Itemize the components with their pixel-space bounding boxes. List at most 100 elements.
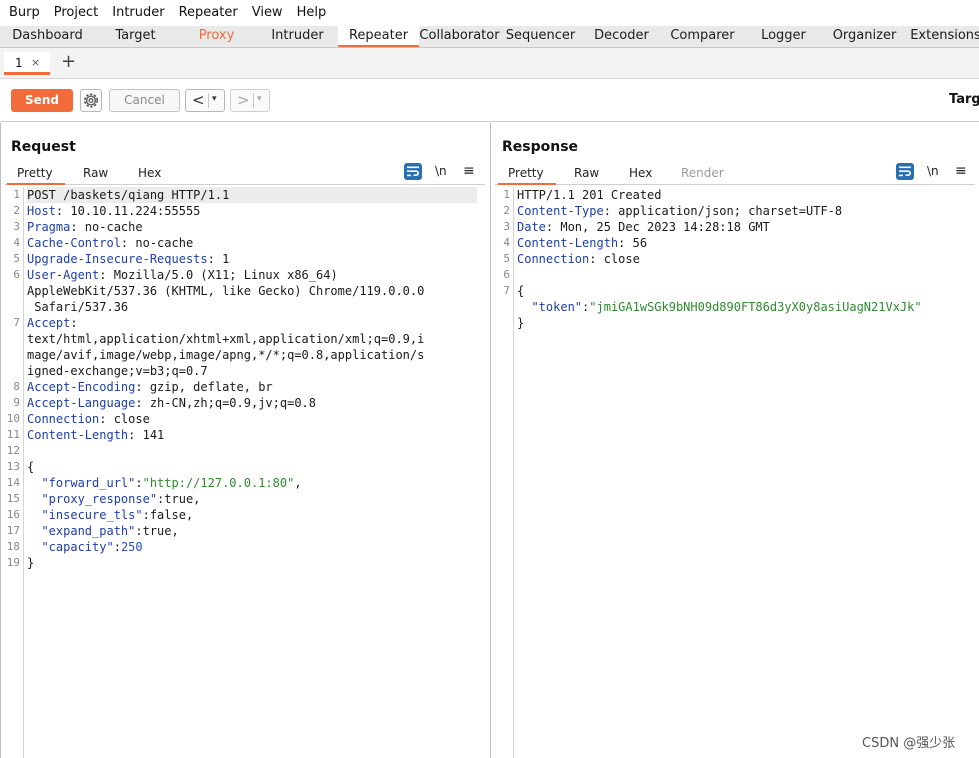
line-text: } <box>517 315 524 331</box>
code-token: : 141 <box>128 428 165 442</box>
menu-intruder[interactable]: Intruder <box>105 0 171 26</box>
code-line: 15 "proxy_response":true, <box>1 491 489 507</box>
send-button[interactable]: Send <box>11 89 73 112</box>
code-line: mage/avif,image/webp,image/apng,*/*;q=0.… <box>1 347 489 363</box>
response-title: Response <box>502 139 579 155</box>
chevron-down-icon[interactable]: ▾ <box>212 94 217 104</box>
response-wrap-toggle[interactable] <box>896 163 914 180</box>
back-button[interactable]: < ▾ <box>185 89 225 112</box>
request-wrap-toggle[interactable] <box>404 163 422 180</box>
line-number: 15 <box>6 492 20 505</box>
newline-toggle-icon[interactable]: \n <box>435 164 447 178</box>
response-tab-raw[interactable]: Raw <box>574 166 599 180</box>
code-line: 7{ <box>491 283 979 299</box>
code-line: } <box>491 315 979 331</box>
response-tab-render[interactable]: Render <box>681 166 724 180</box>
code-token: mage/avif,image/webp,image/apng,*/*;q=0.… <box>27 348 425 362</box>
code-line: Safari/537.36 <box>1 299 489 315</box>
close-icon[interactable]: × <box>31 56 40 69</box>
line-number: 9 <box>13 396 20 409</box>
repeater-tab-1[interactable]: 1 × <box>4 52 50 75</box>
code-token: "forward_url" <box>41 476 136 490</box>
code-token: AppleWebKit/537.36 (KHTML, like Gecko) C… <box>27 284 425 298</box>
code-line: 11 Content-Length: 141 <box>1 427 489 443</box>
menu-view[interactable]: View <box>245 0 290 26</box>
menu-repeater[interactable]: Repeater <box>172 0 245 26</box>
request-tab-raw[interactable]: Raw <box>83 166 108 180</box>
tab-organizer[interactable]: Organizer <box>824 26 905 47</box>
tab-dashboard[interactable]: Dashboard <box>0 26 95 47</box>
line-number: 14 <box>6 476 20 489</box>
line-text: } <box>27 555 34 571</box>
code-line: 12 <box>1 443 489 459</box>
tab-intruder[interactable]: Intruder <box>257 26 338 47</box>
code-token: Safari/537.36 <box>27 300 129 314</box>
forward-button[interactable]: > ▾ <box>230 89 270 112</box>
response-tab-pretty[interactable]: Pretty <box>498 166 556 185</box>
menu-burp[interactable]: Burp <box>2 0 47 26</box>
line-text: Host: 10.10.11.224:55555 <box>27 203 200 219</box>
add-tab-button[interactable]: + <box>61 53 76 71</box>
code-line: 6 <box>491 267 979 283</box>
tab-logger[interactable]: Logger <box>743 26 824 47</box>
line-number: 3 <box>503 220 510 233</box>
tab-repeater[interactable]: Repeater <box>338 26 419 47</box>
code-token: "http://127.0.0.1:80" <box>142 476 295 490</box>
code-token: Content-Length <box>27 428 129 442</box>
code-token: : <box>70 316 78 330</box>
line-text: Date: Mon, 25 Dec 2023 14:28:18 GMT <box>517 219 770 235</box>
tab-sequencer[interactable]: Sequencer <box>500 26 581 47</box>
line-text: "forward_url":"http://127.0.0.1:80", <box>27 475 301 491</box>
menu-help[interactable]: Help <box>290 0 334 26</box>
request-editor[interactable]: 1 POST /baskets/qiang HTTP/1.1 2 Host: 10.1… <box>1 187 489 758</box>
chevron-down-icon[interactable]: ▾ <box>257 94 262 104</box>
repeater-tab-label: 1 <box>15 56 23 70</box>
line-text: Content-Length: 56 <box>517 235 647 251</box>
request-tab-pretty[interactable]: Pretty <box>7 166 65 185</box>
hamburger-menu-icon[interactable]: ≡ <box>955 163 967 179</box>
code-line: 10 Connection: close <box>1 411 489 427</box>
divider <box>208 93 209 108</box>
response-editor[interactable]: 1 HTTP/1.1 201 Created 2 Content-Type: appl… <box>491 187 979 758</box>
line-text: Pragma: no-cache <box>27 219 143 235</box>
request-panel: Request Pretty Raw Hex \n ≡ 1 POST /baske… <box>0 123 489 758</box>
line-text: { <box>517 283 524 299</box>
chevron-left-icon: < <box>192 91 205 109</box>
code-token: :true, <box>135 524 179 538</box>
wrap-lines-icon <box>899 166 911 177</box>
settings-button[interactable] <box>80 89 102 112</box>
code-line: 4 Content-Length: 56 <box>491 235 979 251</box>
response-tab-hex[interactable]: Hex <box>629 166 652 180</box>
code-token: Content-Type <box>517 204 604 218</box>
cancel-button[interactable]: Cancel <box>109 89 180 112</box>
tab-proxy[interactable]: Proxy <box>176 26 257 47</box>
tab-extensions[interactable]: Extensions <box>905 26 979 47</box>
tab-collaborator[interactable]: Collaborator <box>419 26 500 47</box>
code-line: 8 Accept-Encoding: gzip, deflate, br <box>1 379 489 395</box>
tab-comparer[interactable]: Comparer <box>662 26 743 47</box>
code-token: POST /baskets/qiang HTTP/1.1 <box>27 188 230 202</box>
request-tab-hex[interactable]: Hex <box>138 166 161 180</box>
code-token: : no-cache <box>70 220 143 234</box>
tab-decoder[interactable]: Decoder <box>581 26 662 47</box>
target-label[interactable]: Target <box>949 92 979 107</box>
line-text: Cache-Control: no-cache <box>27 235 193 251</box>
newline-toggle-icon[interactable]: \n <box>927 164 939 178</box>
line-text: { <box>27 459 34 475</box>
code-token: : 10.10.11.224:55555 <box>55 204 201 218</box>
hamburger-menu-icon[interactable]: ≡ <box>463 163 475 179</box>
code-token: : Mon, 25 Dec 2023 14:28:18 GMT <box>545 220 770 234</box>
line-number: 19 <box>6 556 20 569</box>
line-number: 5 <box>503 252 510 265</box>
tab-target[interactable]: Target <box>95 26 176 47</box>
menu-project[interactable]: Project <box>47 0 105 26</box>
code-token: igned-exchange;v=b3;q=0.7 <box>27 364 208 378</box>
code-line: 3 Date: Mon, 25 Dec 2023 14:28:18 GMT <box>491 219 979 235</box>
code-token: text/html,application/xhtml+xml,applicat… <box>27 332 425 346</box>
code-line: 14 "forward_url":"http://127.0.0.1:80", <box>1 475 489 491</box>
code-line: 1 POST /baskets/qiang HTTP/1.1 <box>1 187 489 203</box>
line-number: 5 <box>13 252 20 265</box>
line-text: "proxy_response":true, <box>27 491 200 507</box>
